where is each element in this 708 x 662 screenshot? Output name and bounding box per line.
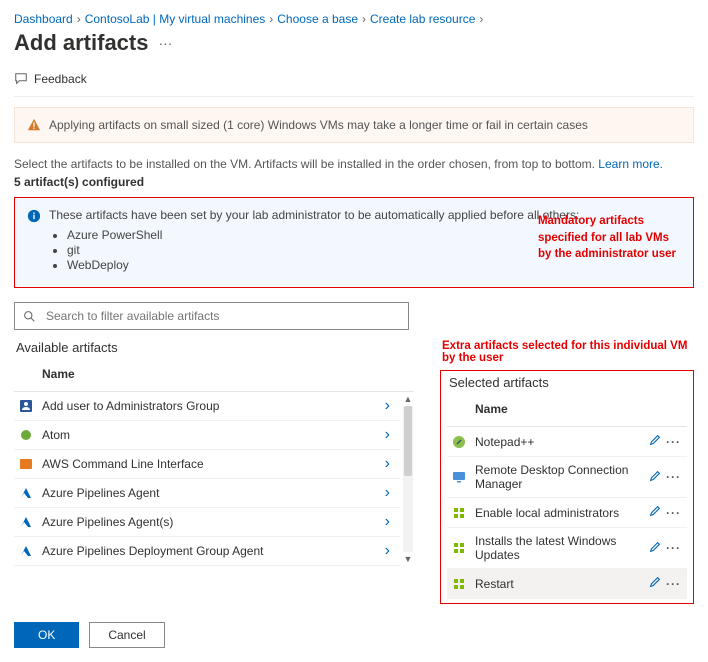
warning-text: Applying artifacts on small sized (1 cor… xyxy=(49,118,588,132)
feedback-label: Feedback xyxy=(34,72,87,86)
chevron-right-icon[interactable]: › xyxy=(385,485,394,501)
breadcrumb-item[interactable]: Choose a base xyxy=(277,12,358,26)
feedback-link[interactable]: Feedback xyxy=(14,66,694,96)
artifact-icon xyxy=(18,543,34,559)
artifact-name: Enable local administrators xyxy=(475,506,648,520)
chevron-right-icon[interactable]: › xyxy=(385,427,394,443)
artifact-icon xyxy=(451,469,467,485)
description-text: Select the artifacts to be installed on … xyxy=(14,157,694,171)
artifact-icon xyxy=(18,427,34,443)
chevron-right-icon[interactable]: › xyxy=(385,543,394,559)
artifact-name: Notepad++ xyxy=(475,435,648,449)
selected-artifact-row[interactable]: Remote Desktop Connection Manager ··· xyxy=(447,457,687,498)
artifact-search-box[interactable] xyxy=(14,302,409,330)
selected-name-header[interactable]: Name xyxy=(447,396,687,427)
available-scrollbar[interactable]: ▲ ▼ xyxy=(402,392,414,566)
selected-artifact-row[interactable]: Restart ··· xyxy=(447,569,687,599)
artifact-name: Installs the latest Windows Updates xyxy=(475,534,648,562)
mandatory-artifact-item: Azure PowerShell xyxy=(67,228,579,242)
scroll-down-icon[interactable]: ▼ xyxy=(404,552,413,566)
artifact-name: Restart xyxy=(475,577,648,591)
selected-artifacts-title: Selected artifacts xyxy=(449,375,687,390)
row-more-icon[interactable]: ··· xyxy=(664,435,683,449)
row-more-icon[interactable]: ··· xyxy=(664,541,683,555)
warning-icon xyxy=(27,118,41,132)
edit-icon[interactable] xyxy=(648,433,662,450)
row-more-icon[interactable]: ··· xyxy=(664,577,683,591)
cancel-button[interactable]: Cancel xyxy=(89,622,164,648)
artifact-search-input[interactable] xyxy=(44,308,400,324)
chevron-right-icon[interactable]: › xyxy=(385,456,394,472)
breadcrumb-item[interactable]: Create lab resource xyxy=(370,12,475,26)
learn-more-link[interactable]: Learn more. xyxy=(598,157,663,171)
artifact-name: Azure Pipelines Deployment Group Agent xyxy=(42,544,385,558)
mandatory-artifact-item: git xyxy=(67,243,579,257)
edit-icon[interactable] xyxy=(648,504,662,521)
artifact-name: AWS Command Line Interface xyxy=(42,457,385,471)
mandatory-overlay-caption: Mandatory artifactsspecified for all lab… xyxy=(538,213,676,263)
page-title: Add artifacts xyxy=(14,30,148,56)
warning-banner: Applying artifacts on small sized (1 cor… xyxy=(14,107,694,143)
available-name-header[interactable]: Name xyxy=(14,361,414,392)
artifact-name: Remote Desktop Connection Manager xyxy=(475,463,648,491)
ok-button[interactable]: OK xyxy=(14,622,79,648)
more-menu-icon[interactable]: ··· xyxy=(158,35,172,51)
breadcrumb-item[interactable]: ContosoLab | My virtual machines xyxy=(85,12,266,26)
artifact-icon xyxy=(18,456,34,472)
edit-icon[interactable] xyxy=(648,540,662,557)
artifact-name: Add user to Administrators Group xyxy=(42,399,385,413)
row-more-icon[interactable]: ··· xyxy=(664,506,683,520)
breadcrumb-separator: › xyxy=(269,12,273,26)
available-artifact-row[interactable]: Azure Pipelines Deployment Group Agent› xyxy=(14,537,400,566)
artifact-icon xyxy=(18,514,34,530)
artifact-name: Azure Pipelines Agent xyxy=(42,486,385,500)
artifact-icon xyxy=(451,576,467,592)
extra-artifacts-caption: Extra artifacts selected for this indivi… xyxy=(442,340,694,364)
artifact-icon xyxy=(18,398,34,414)
breadcrumb-separator: › xyxy=(362,12,366,26)
artifact-icon xyxy=(451,505,467,521)
artifact-icon xyxy=(451,540,467,556)
artifact-name: Azure Pipelines Agent(s) xyxy=(42,515,385,529)
artifact-icon xyxy=(451,434,467,450)
configured-count: 5 artifact(s) configured xyxy=(14,175,694,189)
available-artifact-row[interactable]: Atom› xyxy=(14,421,400,450)
artifact-icon xyxy=(18,485,34,501)
breadcrumb: Dashboard›ContosoLab | My virtual machin… xyxy=(14,12,694,26)
edit-icon[interactable] xyxy=(648,469,662,486)
search-icon xyxy=(23,310,36,323)
artifact-name: Atom xyxy=(42,428,385,442)
selected-artifacts-list: Notepad++···Remote Desktop Connection Ma… xyxy=(447,427,687,599)
available-artifact-row[interactable]: Azure Pipelines Agent(s)› xyxy=(14,508,400,537)
available-artifact-row[interactable]: Add user to Administrators Group› xyxy=(14,392,400,421)
edit-icon[interactable] xyxy=(648,575,662,592)
mandatory-intro: These artifacts have been set by your la… xyxy=(49,208,579,222)
info-icon xyxy=(27,209,41,223)
available-artifacts-title: Available artifacts xyxy=(16,340,414,355)
scroll-up-icon[interactable]: ▲ xyxy=(404,392,413,406)
chevron-right-icon[interactable]: › xyxy=(385,398,394,414)
available-artifact-row[interactable]: AWS Command Line Interface› xyxy=(14,450,400,479)
scroll-thumb[interactable] xyxy=(404,406,412,476)
available-artifacts-list: Add user to Administrators Group›Atom›AW… xyxy=(14,392,400,566)
selected-artifacts-box: Selected artifacts Name Notepad++···Remo… xyxy=(440,370,694,604)
feedback-icon xyxy=(14,72,28,86)
selected-artifact-row[interactable]: Enable local administrators ··· xyxy=(447,498,687,528)
selected-artifact-row[interactable]: Installs the latest Windows Updates ··· xyxy=(447,528,687,569)
row-more-icon[interactable]: ··· xyxy=(664,470,683,484)
chevron-right-icon[interactable]: › xyxy=(385,514,394,530)
mandatory-artifacts-list: Azure PowerShellgitWebDeploy xyxy=(67,228,579,272)
selected-artifact-row[interactable]: Notepad++ ··· xyxy=(447,427,687,457)
breadcrumb-separator: › xyxy=(479,12,483,26)
mandatory-artifact-item: WebDeploy xyxy=(67,258,579,272)
available-artifact-row[interactable]: Azure Pipelines Agent› xyxy=(14,479,400,508)
breadcrumb-separator: › xyxy=(77,12,81,26)
breadcrumb-item[interactable]: Dashboard xyxy=(14,12,73,26)
